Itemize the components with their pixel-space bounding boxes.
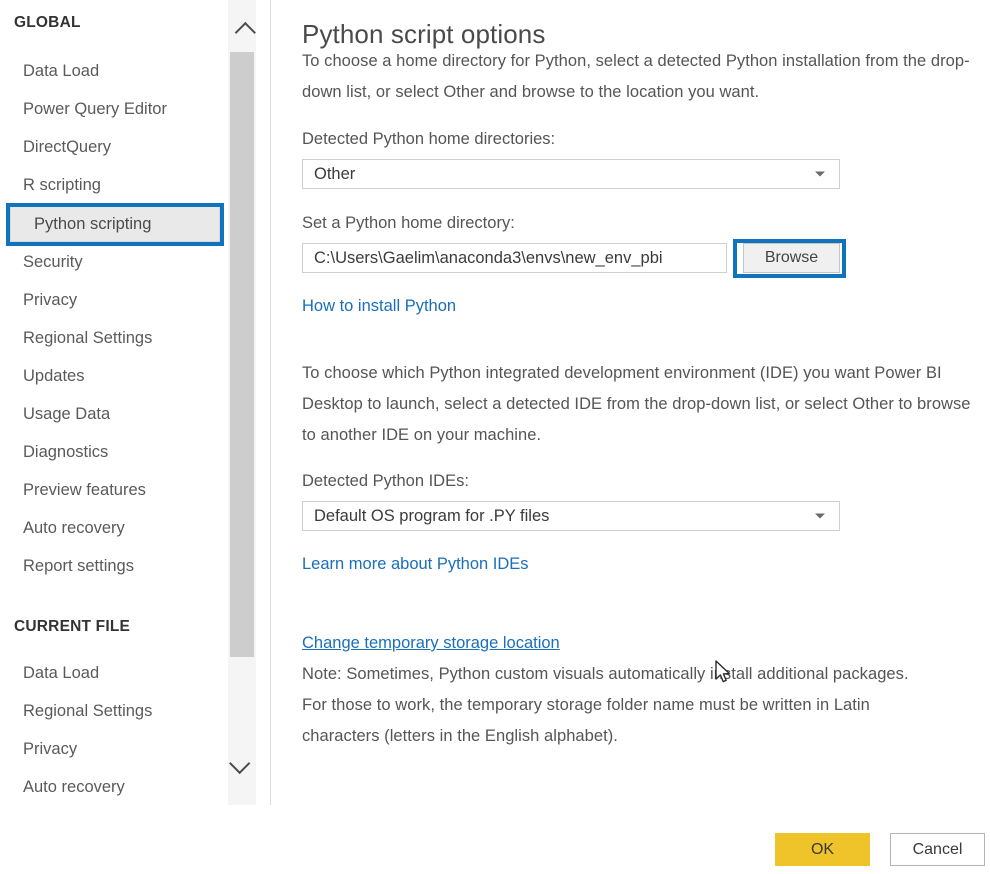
dropdown-selected-value: Default OS program for .PY files (314, 506, 550, 525)
sidebar-item-label: Auto recovery (23, 778, 125, 796)
sidebar-item-data-load[interactable]: Data Load (0, 52, 225, 90)
intro-paragraph: To choose a home directory for Python, s… (302, 52, 970, 101)
options-sidebar: GLOBAL Data Load Power Query Editor Dire… (0, 0, 225, 805)
sidebar-item-label: Preview features (23, 481, 146, 499)
sidebar-item-label: Data Load (23, 664, 100, 682)
sidebar-group-title-current-file: CURRENT FILE (14, 618, 131, 635)
sidebar-item-label: Usage Data (23, 405, 111, 423)
sidebar-item-directquery[interactable]: DirectQuery (0, 128, 225, 166)
browse-button-label: Browse (764, 249, 819, 266)
sidebar-item-label: Privacy (23, 291, 78, 309)
sidebar-item-current-auto-recovery[interactable]: Auto recovery (0, 768, 225, 806)
ide-paragraph: To choose which Python integrated develo… (302, 364, 971, 444)
sidebar-item-auto-recovery[interactable]: Auto recovery (0, 509, 225, 547)
python-home-directory-input[interactable]: C:\Users\Gaelim\anaconda3\envs\new_env_p… (302, 243, 727, 273)
sidebar-item-label: Diagnostics (23, 443, 109, 461)
learn-more-python-ides-link[interactable]: Learn more about Python IDEs (302, 555, 529, 574)
how-to-install-python-link[interactable]: How to install Python (302, 297, 456, 316)
sidebar-group-global: GLOBAL (0, 14, 225, 32)
sidebar-item-r-scripting[interactable]: R scripting (0, 166, 225, 204)
sidebar-item-label: Privacy (23, 740, 78, 758)
sidebar-group-current-file: CURRENT FILE (0, 618, 225, 636)
sidebar-item-regional-settings[interactable]: Regional Settings (0, 319, 225, 357)
browse-button[interactable]: Browse (743, 243, 840, 273)
cancel-button[interactable]: Cancel (890, 833, 985, 866)
options-main-panel: Python script options To choose a home d… (302, 0, 990, 805)
change-temporary-storage-location-link[interactable]: Change temporary storage location (302, 634, 560, 653)
dropdown-selected-value: Other (314, 164, 356, 183)
sidebar-item-report-settings[interactable]: Report settings (0, 547, 225, 585)
scrollbar-thumb[interactable] (230, 52, 254, 657)
sidebar-item-label: DirectQuery (23, 138, 112, 156)
chevron-down-icon[interactable] (228, 749, 256, 777)
sidebar-item-label: Regional Settings (23, 329, 153, 347)
ok-button[interactable]: OK (775, 833, 870, 866)
python-home-directory-value: C:\Users\Gaelim\anaconda3\envs\new_env_p… (314, 248, 663, 267)
detected-python-home-dirs-dropdown[interactable]: Other (302, 159, 840, 189)
sidebar-item-label: Power Query Editor (23, 100, 167, 118)
sidebar-item-usage-data[interactable]: Usage Data (0, 395, 225, 433)
sidebar-item-preview-features[interactable]: Preview features (0, 471, 225, 509)
sidebar-scrollbar[interactable] (228, 0, 256, 805)
sidebar-item-label: R scripting (23, 176, 101, 194)
sidebar-item-label: Regional Settings (23, 702, 153, 720)
detected-python-ides-label: Detected Python IDEs: (302, 472, 469, 490)
sidebar-item-privacy[interactable]: Privacy (0, 281, 225, 319)
sidebar-item-updates[interactable]: Updates (0, 357, 225, 395)
sidebar-item-power-query-editor[interactable]: Power Query Editor (0, 90, 225, 128)
chevron-up-icon[interactable] (228, 18, 256, 46)
sidebar-group-title-global: GLOBAL (14, 14, 81, 31)
sidebar-item-label: Python scripting (34, 215, 152, 233)
sidebar-item-current-privacy[interactable]: Privacy (0, 730, 225, 768)
detected-python-ides-dropdown[interactable]: Default OS program for .PY files (302, 501, 840, 531)
sidebar-item-label: Auto recovery (23, 519, 125, 537)
sidebar-item-label: Updates (23, 367, 85, 385)
chevron-down-icon (815, 513, 825, 519)
sidebar-item-label: Security (23, 253, 83, 271)
set-python-home-label: Set a Python home directory: (302, 214, 515, 232)
sidebar-item-label: Report settings (23, 557, 134, 575)
sidebar-item-label: Data Load (23, 62, 100, 80)
python-script-options-dialog: GLOBAL Data Load Power Query Editor Dire… (0, 0, 990, 874)
temp-storage-note-paragraph: Note: Sometimes, Python custom visuals a… (302, 665, 909, 745)
sidebar-item-python-scripting[interactable]: Python scripting (10, 206, 220, 242)
sidebar-item-current-regional-settings[interactable]: Regional Settings (0, 692, 225, 730)
sidebar-item-security[interactable]: Security (0, 243, 225, 281)
sidebar-item-current-data-load[interactable]: Data Load (0, 654, 225, 692)
sidebar-item-diagnostics[interactable]: Diagnostics (0, 433, 225, 471)
chevron-down-icon (815, 171, 825, 177)
detected-home-dirs-label: Detected Python home directories: (302, 130, 556, 148)
panel-divider (270, 0, 271, 805)
